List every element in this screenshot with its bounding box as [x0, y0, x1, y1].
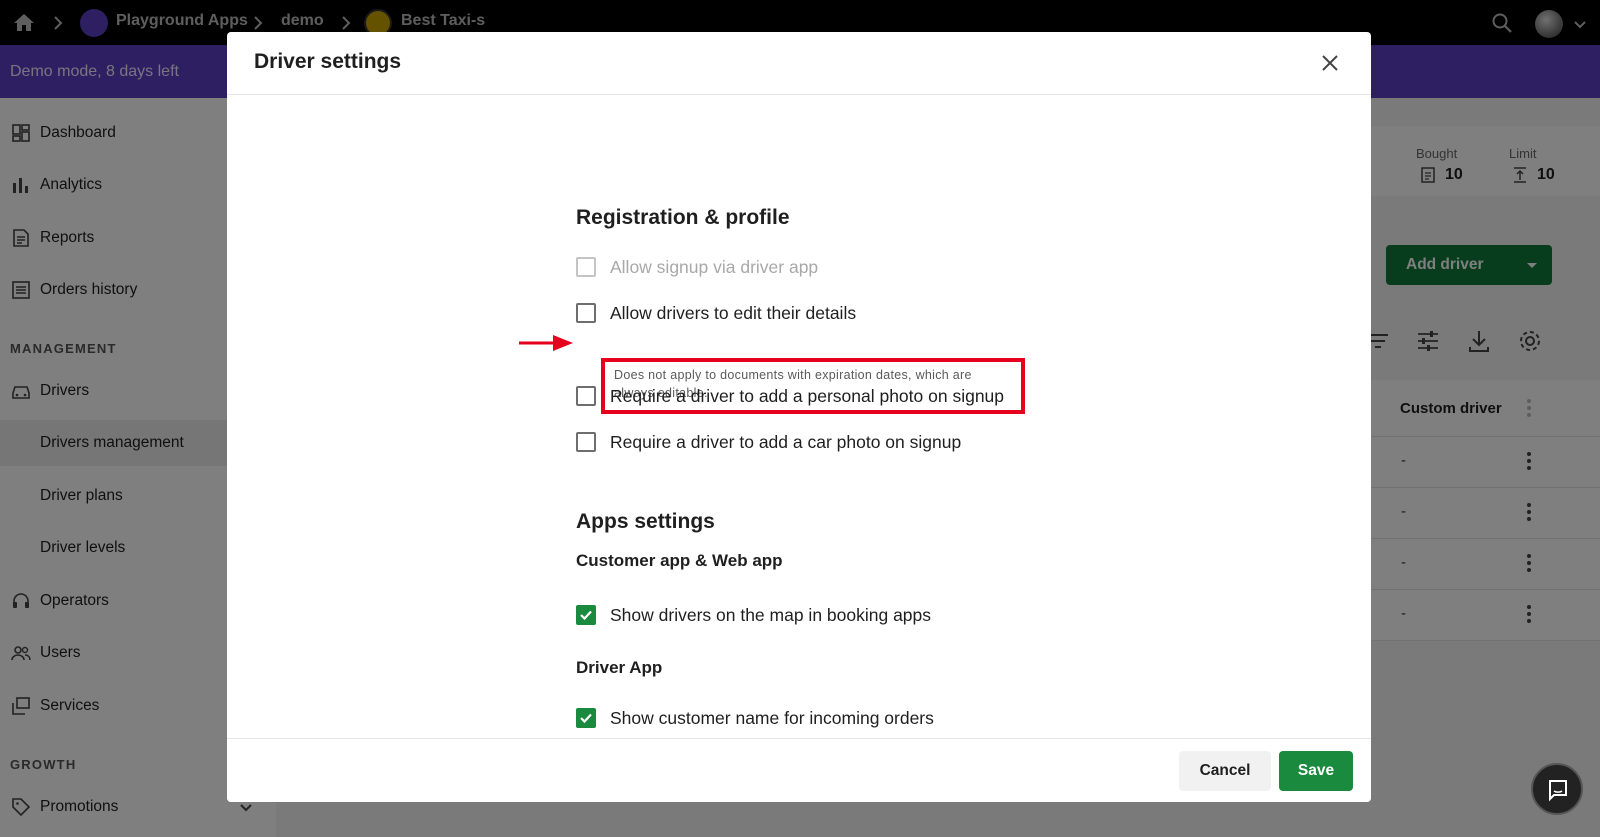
checkbox	[576, 303, 596, 323]
checkbox-checked	[576, 605, 596, 625]
driver-settings-modal: Driver settings Registration & profile A…	[227, 32, 1371, 802]
close-icon[interactable]	[1317, 50, 1343, 76]
chat-icon	[1549, 780, 1567, 802]
subtitle-customer-app: Customer app & Web app	[576, 551, 783, 570]
section-title-registration: Registration & profile	[576, 206, 790, 229]
modal-header: Driver settings	[227, 32, 1371, 95]
checkmark-icon	[580, 713, 592, 724]
cancel-button[interactable]: Cancel	[1179, 751, 1271, 791]
checkbox-checked	[576, 708, 596, 728]
checkbox	[576, 432, 596, 452]
subtitle-driver-app: Driver App	[576, 658, 663, 677]
red-arrow-annotation	[519, 335, 573, 351]
checkbox	[576, 386, 596, 406]
chat-launcher-button[interactable]	[1531, 763, 1583, 815]
save-button[interactable]: Save	[1279, 751, 1353, 791]
section-title-apps: Apps settings	[576, 510, 715, 533]
checkmark-icon	[580, 610, 592, 621]
modal-title: Driver settings	[254, 50, 402, 73]
modal-footer: Cancel Save	[227, 738, 1371, 802]
checkbox	[576, 257, 596, 277]
modal-body[interactable]: Registration & profile Allow signup via …	[227, 96, 1371, 738]
